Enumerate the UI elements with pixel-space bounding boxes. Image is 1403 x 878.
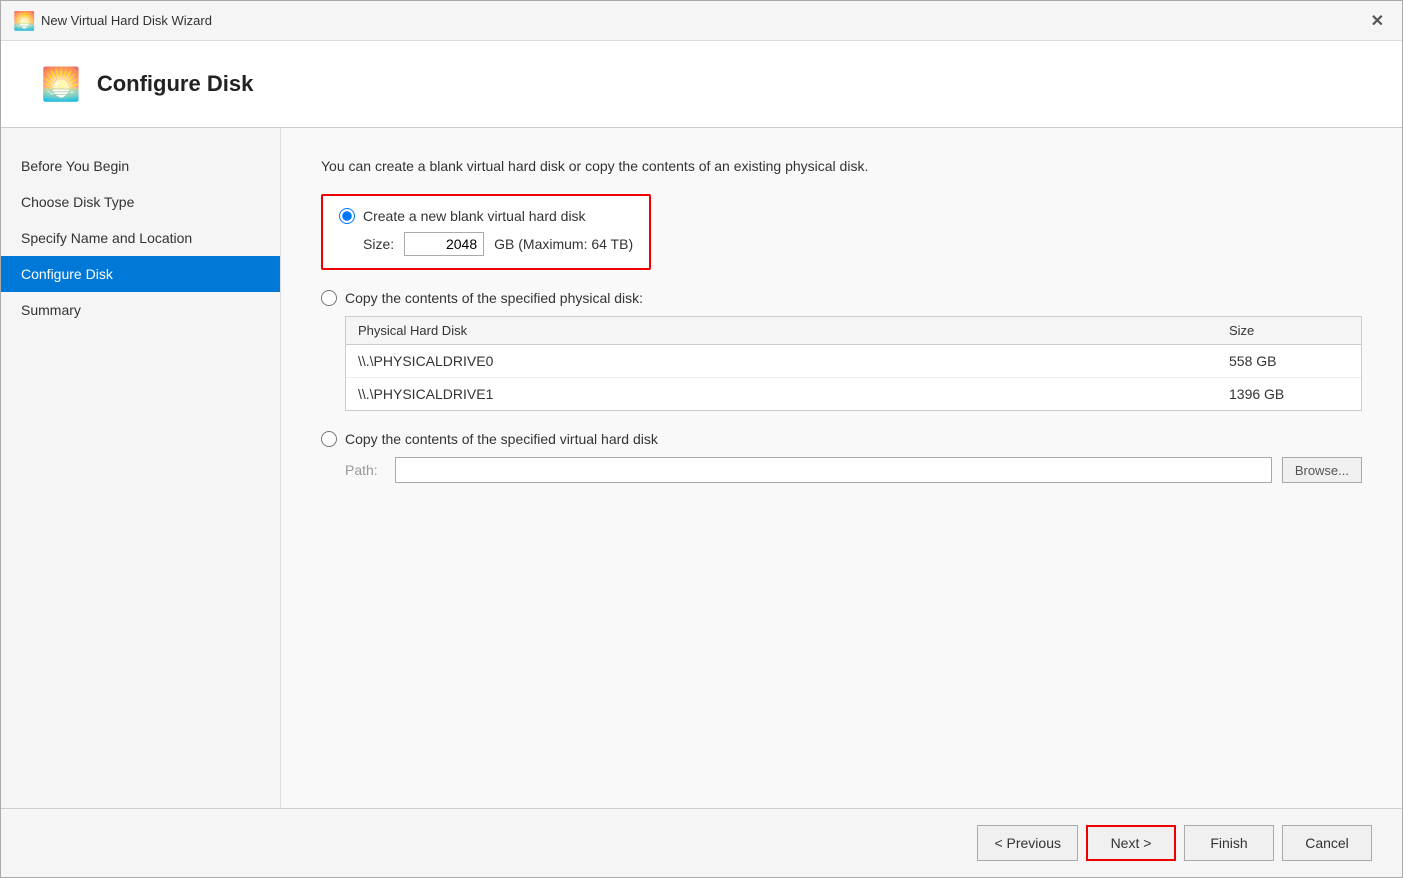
sidebar-item-before-you-begin[interactable]: Before You Begin bbox=[1, 148, 280, 184]
titlebar-left: 🌅 New Virtual Hard Disk Wizard bbox=[13, 11, 212, 31]
size-label: Size: bbox=[363, 236, 394, 252]
path-row: Path: Browse... bbox=[345, 457, 1362, 483]
radio-option-physical: Copy the contents of the specified physi… bbox=[321, 290, 1362, 306]
create-new-section: Create a new blank virtual hard disk Siz… bbox=[321, 194, 651, 270]
table-header: Physical Hard Disk Size bbox=[346, 317, 1361, 345]
previous-button[interactable]: < Previous bbox=[977, 825, 1078, 861]
disk-size-1: 1396 GB bbox=[1229, 386, 1349, 402]
header: 🌅 Configure Disk bbox=[1, 41, 1402, 128]
window-title: New Virtual Hard Disk Wizard bbox=[41, 13, 212, 28]
app-icon: 🌅 bbox=[13, 11, 33, 31]
table-row[interactable]: \\.\PHYSICALDRIVE0 558 GB bbox=[346, 345, 1361, 378]
copy-virtual-section: Copy the contents of the specified virtu… bbox=[321, 431, 1362, 483]
next-button[interactable]: Next > bbox=[1086, 825, 1176, 861]
path-input[interactable] bbox=[395, 457, 1272, 483]
size-row: Size: GB (Maximum: 64 TB) bbox=[363, 232, 633, 256]
radio-physical[interactable] bbox=[321, 290, 337, 306]
radio-new-label[interactable]: Create a new blank virtual hard disk bbox=[363, 208, 586, 224]
radio-physical-label[interactable]: Copy the contents of the specified physi… bbox=[345, 290, 643, 306]
header-icon: 🌅 bbox=[41, 65, 81, 103]
physical-disk-table: Physical Hard Disk Size \\.\PHYSICALDRIV… bbox=[345, 316, 1362, 411]
size-input[interactable] bbox=[404, 232, 484, 256]
sidebar-item-configure-disk[interactable]: Configure Disk bbox=[1, 256, 280, 292]
main-area: Before You Begin Choose Disk Type Specif… bbox=[1, 128, 1402, 808]
radio-option-virtual: Copy the contents of the specified virtu… bbox=[321, 431, 1362, 447]
disk-name-1: \\.\PHYSICALDRIVE1 bbox=[358, 386, 1229, 402]
copy-physical-section: Copy the contents of the specified physi… bbox=[321, 290, 1362, 411]
sidebar-item-summary[interactable]: Summary bbox=[1, 292, 280, 328]
sidebar: Before You Begin Choose Disk Type Specif… bbox=[1, 128, 281, 808]
table-row[interactable]: \\.\PHYSICALDRIVE1 1396 GB bbox=[346, 378, 1361, 410]
content-area: You can create a blank virtual hard disk… bbox=[281, 128, 1402, 808]
disk-size-0: 558 GB bbox=[1229, 353, 1349, 369]
footer: < Previous Next > Finish Cancel bbox=[1, 808, 1402, 877]
radio-new[interactable] bbox=[339, 208, 355, 224]
wizard-window: 🌅 New Virtual Hard Disk Wizard ✕ 🌅 Confi… bbox=[0, 0, 1403, 878]
radio-virtual-label[interactable]: Copy the contents of the specified virtu… bbox=[345, 431, 658, 447]
col-header-disk: Physical Hard Disk bbox=[358, 323, 1229, 338]
col-header-size: Size bbox=[1229, 323, 1349, 338]
sidebar-item-choose-disk-type[interactable]: Choose Disk Type bbox=[1, 184, 280, 220]
browse-button[interactable]: Browse... bbox=[1282, 457, 1362, 483]
size-unit: GB (Maximum: 64 TB) bbox=[494, 236, 633, 252]
finish-button[interactable]: Finish bbox=[1184, 825, 1274, 861]
close-button[interactable]: ✕ bbox=[1365, 9, 1390, 33]
sidebar-item-specify-name-location[interactable]: Specify Name and Location bbox=[1, 220, 280, 256]
path-label: Path: bbox=[345, 462, 385, 478]
radio-option-new: Create a new blank virtual hard disk bbox=[339, 208, 633, 224]
radio-virtual[interactable] bbox=[321, 431, 337, 447]
page-title: Configure Disk bbox=[97, 71, 253, 97]
disk-name-0: \\.\PHYSICALDRIVE0 bbox=[358, 353, 1229, 369]
titlebar: 🌅 New Virtual Hard Disk Wizard ✕ bbox=[1, 1, 1402, 41]
cancel-button[interactable]: Cancel bbox=[1282, 825, 1372, 861]
description-text: You can create a blank virtual hard disk… bbox=[321, 158, 1362, 174]
